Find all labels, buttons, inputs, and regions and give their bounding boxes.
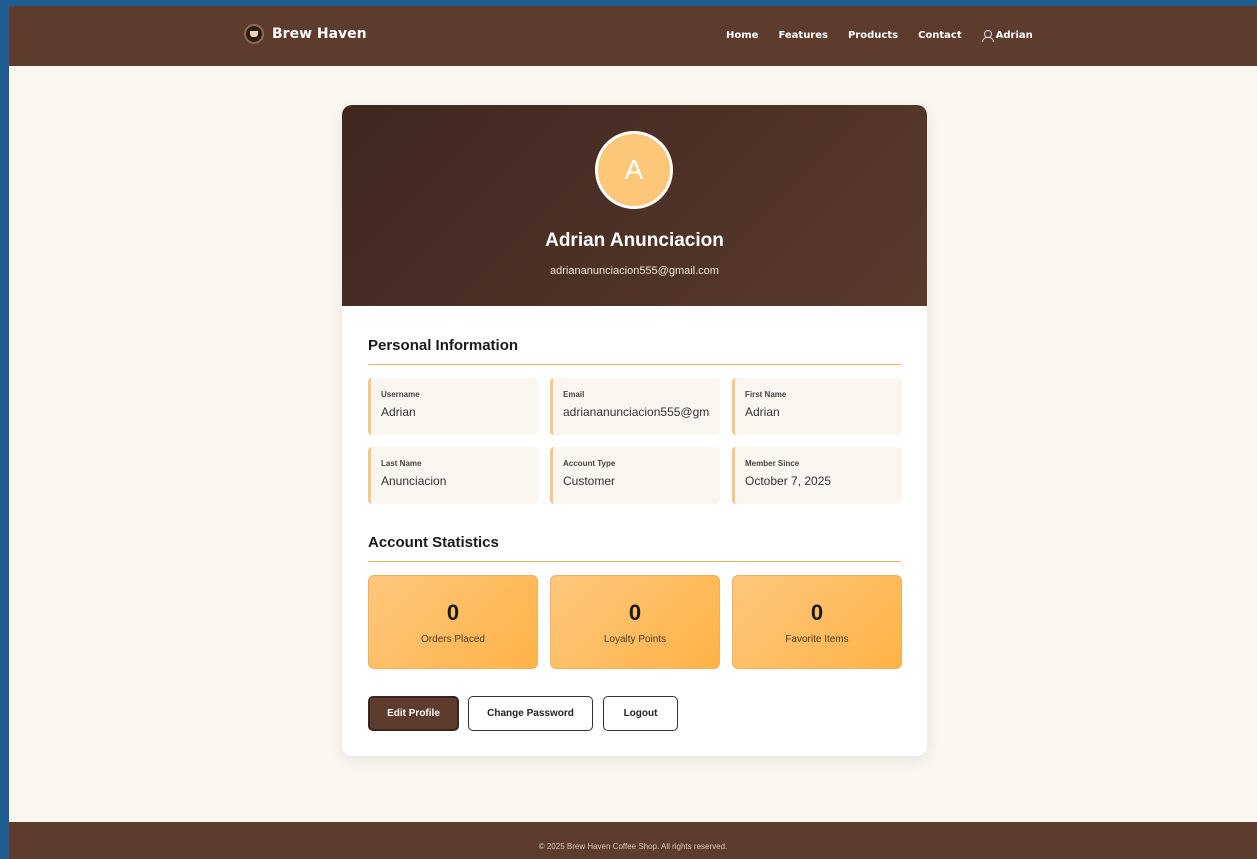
field-value: Adrian	[381, 405, 416, 419]
field-value: Customer	[563, 474, 616, 488]
footer-copyright: © 2025 Brew Haven Coffee Shop. All right…	[538, 842, 728, 851]
profile-header: A Adrian Anunciacion adriananunciacion55…	[342, 105, 927, 306]
logout-button[interactable]: Logout	[603, 696, 678, 731]
nav-link-features[interactable]: Features	[778, 30, 828, 41]
field-value: October 7, 2025	[745, 474, 832, 488]
nav-links: Home Features Products Contact Adrian	[726, 30, 1033, 42]
field-label: Email	[563, 390, 585, 399]
user-icon	[981, 30, 994, 42]
nav-user-name: Adrian	[995, 30, 1033, 41]
nav-user[interactable]: Adrian	[981, 30, 1033, 42]
stat-label: Orders Placed	[421, 634, 485, 645]
field-username: Username Adrian	[368, 378, 538, 435]
profile-email: adriananunciacion555@gmail.com	[550, 265, 719, 277]
field-label: Username	[381, 390, 420, 399]
field-label: Last Name	[381, 459, 422, 468]
field-member-since: Member Since October 7, 2025	[732, 447, 902, 504]
edit-profile-button[interactable]: Edit Profile	[368, 696, 459, 731]
field-last-name: Last Name Anunciacion	[368, 447, 538, 504]
navbar: Brew Haven Home Features Products Contac…	[9, 6, 1257, 66]
stat-loyalty: 0 Loyalty Points	[550, 575, 720, 669]
stat-label: Loyalty Points	[603, 634, 667, 645]
brand-name: Brew Haven	[272, 26, 367, 42]
field-value: Anunciacion	[381, 474, 447, 488]
stat-favorites: 0 Favorite Items	[732, 575, 902, 669]
field-first-name: First Name Adrian	[732, 378, 902, 435]
stat-value: 0	[810, 600, 824, 625]
personal-info-divider	[368, 364, 901, 365]
coffee-cup-icon	[244, 24, 264, 44]
stat-orders: 0 Orders Placed	[368, 575, 538, 669]
profile-card: A Adrian Anunciacion adriananunciacion55…	[342, 105, 927, 756]
account-stats-title: Account Statistics	[368, 534, 499, 551]
brand[interactable]: Brew Haven	[244, 24, 367, 44]
profile-full-name: Adrian Anunciacion	[545, 230, 724, 251]
stat-value: 0	[628, 600, 642, 625]
field-value: adriananunciacion555@gmail.com	[563, 405, 710, 419]
nav-link-contact[interactable]: Contact	[918, 30, 962, 41]
nav-link-products[interactable]: Products	[848, 30, 898, 41]
field-value: Adrian	[745, 405, 780, 419]
field-label: Member Since	[745, 459, 800, 468]
field-email: Email adriananunciacion555@gmail.com	[550, 378, 720, 435]
footer: © 2025 Brew Haven Coffee Shop. All right…	[9, 822, 1257, 859]
nav-link-home[interactable]: Home	[726, 30, 758, 41]
personal-info-title: Personal Information	[368, 337, 519, 354]
field-label: Account Type	[563, 459, 616, 468]
stat-value: 0	[446, 600, 460, 625]
field-label: First Name	[745, 390, 787, 399]
account-stats-divider	[368, 561, 901, 562]
stat-label: Favorite Items	[785, 634, 849, 645]
change-password-button[interactable]: Change Password	[468, 696, 593, 731]
field-account-type: Account Type Customer	[550, 447, 720, 504]
avatar: A	[595, 131, 673, 209]
